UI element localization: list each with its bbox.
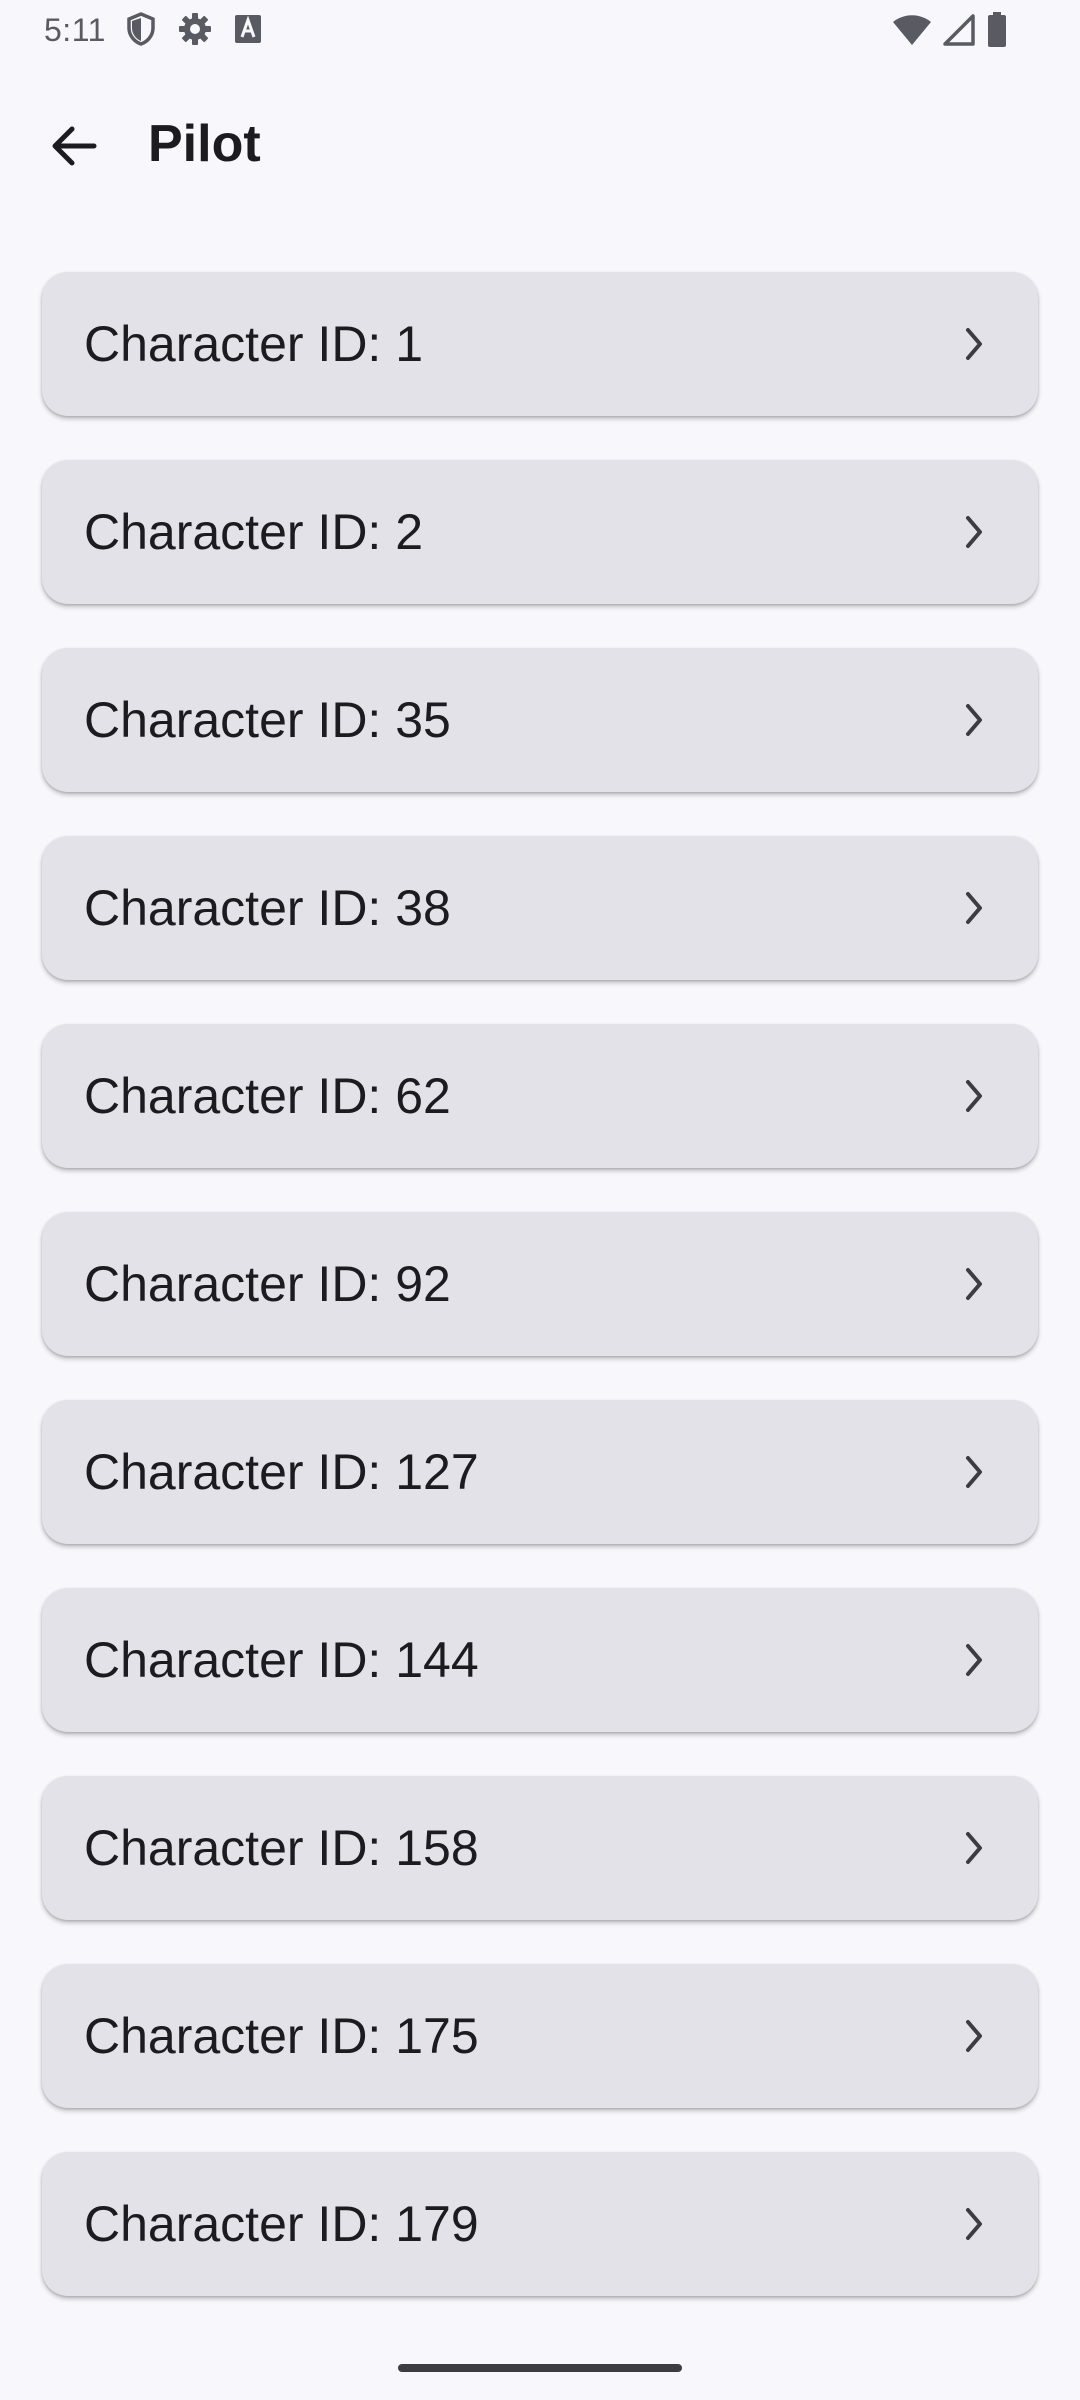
- chevron-right-icon: [952, 1262, 996, 1306]
- back-button[interactable]: [34, 112, 114, 184]
- chevron-right-icon: [952, 322, 996, 366]
- arrow-left-icon: [50, 124, 98, 173]
- list-item[interactable]: Character ID: 38: [42, 836, 1038, 980]
- list-item-label: Character ID: 144: [84, 1632, 479, 1688]
- list-item[interactable]: Character ID: 1: [42, 272, 1038, 416]
- status-right-icons: [892, 12, 1008, 53]
- list-item[interactable]: Character ID: 158: [42, 1776, 1038, 1920]
- list-item-label: Character ID: 179: [84, 2196, 479, 2252]
- list-item[interactable]: Character ID: 175: [42, 1964, 1038, 2108]
- top-app-bar: Pilot: [0, 92, 1080, 204]
- chevron-right-icon: [952, 1826, 996, 1870]
- status-left-icons: [126, 12, 262, 46]
- chevron-right-icon: [952, 1074, 996, 1118]
- character-list: Character ID: 1 Character ID: 2 Characte…: [42, 272, 1038, 2340]
- status-time: 5:11: [44, 12, 106, 48]
- list-item-label: Character ID: 62: [84, 1068, 451, 1124]
- list-item-label: Character ID: 127: [84, 1444, 479, 1500]
- list-item-label: Character ID: 92: [84, 1256, 451, 1312]
- home-indicator[interactable]: [398, 2364, 682, 2372]
- text-a-icon: [234, 14, 262, 44]
- list-item-label: Character ID: 158: [84, 1820, 479, 1876]
- status-bar: 5:11: [0, 0, 1080, 62]
- chevron-right-icon: [952, 1450, 996, 1494]
- wifi-icon: [892, 13, 932, 52]
- list-item-label: Character ID: 1: [84, 316, 424, 372]
- list-item[interactable]: Character ID: 35: [42, 648, 1038, 792]
- chevron-right-icon: [952, 510, 996, 554]
- shield-icon: [126, 12, 156, 46]
- page-title: Pilot: [148, 115, 261, 173]
- list-item[interactable]: Character ID: 179: [42, 2152, 1038, 2296]
- list-item[interactable]: Character ID: 144: [42, 1588, 1038, 1732]
- battery-icon: [986, 12, 1008, 53]
- list-item-label: Character ID: 38: [84, 880, 451, 936]
- list-item[interactable]: Character ID: 127: [42, 1400, 1038, 1544]
- chevron-right-icon: [952, 886, 996, 930]
- list-item[interactable]: Character ID: 62: [42, 1024, 1038, 1168]
- chevron-right-icon: [952, 1638, 996, 1682]
- list-item[interactable]: Character ID: 92: [42, 1212, 1038, 1356]
- list-item-label: Character ID: 35: [84, 692, 451, 748]
- chevron-right-icon: [952, 698, 996, 742]
- signal-icon: [942, 13, 976, 52]
- list-item-label: Character ID: 175: [84, 2008, 479, 2064]
- list-item-label: Character ID: 2: [84, 504, 424, 560]
- list-item[interactable]: Character ID: 2: [42, 460, 1038, 604]
- chevron-right-icon: [952, 2202, 996, 2246]
- gear-icon: [178, 12, 212, 46]
- chevron-right-icon: [952, 2014, 996, 2058]
